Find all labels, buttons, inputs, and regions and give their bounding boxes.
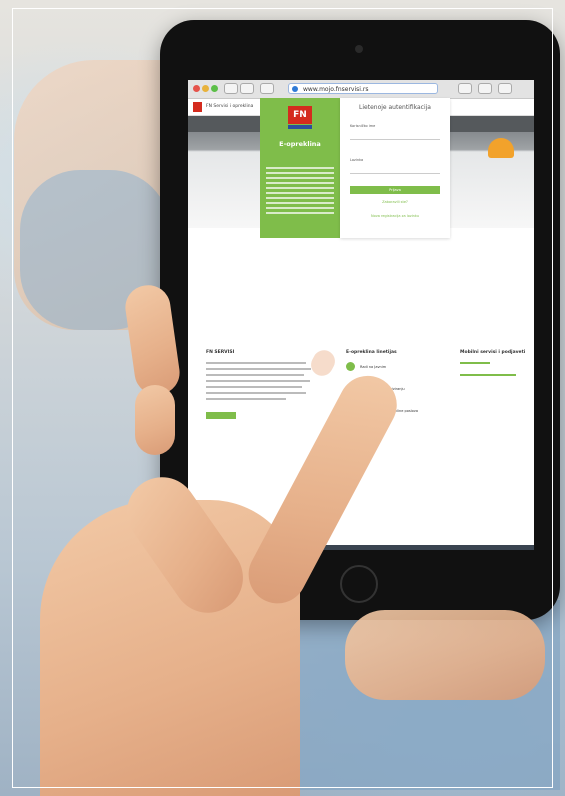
- photo-border: [12, 8, 553, 788]
